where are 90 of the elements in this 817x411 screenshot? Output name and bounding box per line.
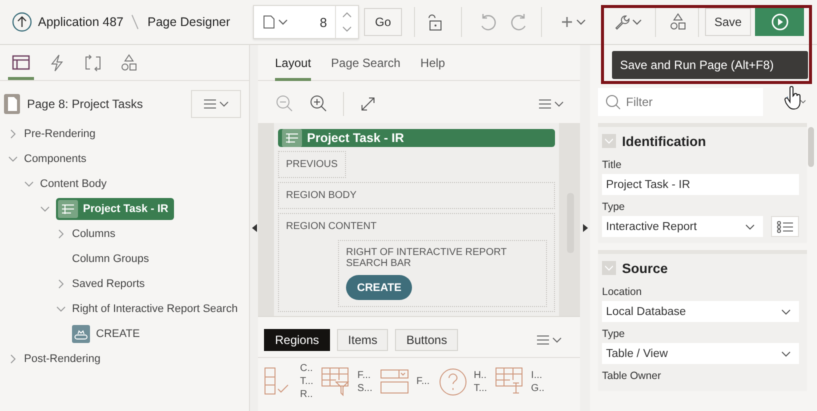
collapse-icon[interactable] [24, 178, 34, 188]
select-field[interactable]: Local Database [602, 301, 799, 322]
caret-icon [745, 224, 755, 230]
report-icon [282, 129, 302, 147]
tab[interactable]: Regions [264, 329, 330, 351]
text-field[interactable]: Project Task - IR [602, 174, 799, 195]
slot-label: RIGHT OF INTERACTIVE REPORT SEARCH BAR [346, 247, 508, 269]
gallery-label: F... [357, 368, 372, 382]
gallery-label: T... [474, 382, 488, 394]
collapse-icon[interactable] [40, 204, 50, 214]
cycle-icon [83, 52, 103, 72]
caret-icon [605, 265, 613, 271]
menu-icon [203, 98, 229, 110]
page-number: 8 [318, 14, 328, 30]
gallery-label: S... [357, 382, 372, 394]
zoom-in-icon[interactable] [309, 94, 329, 114]
play-icon [770, 13, 789, 31]
select-field[interactable]: Table / View [602, 343, 799, 364]
run-button[interactable] [755, 8, 804, 36]
field-label: Type [602, 201, 626, 213]
button-icon [72, 324, 90, 342]
help-icon[interactable] [438, 366, 468, 396]
collapse-icon[interactable] [602, 134, 616, 148]
gallery-label: I... [531, 368, 544, 382]
search-icon [605, 94, 621, 110]
tab[interactable]: Layout [275, 56, 312, 81]
tree-item[interactable]: Components [24, 152, 86, 164]
gallery-label: F... [416, 375, 430, 388]
select-field[interactable]: Interactive Report [602, 216, 763, 237]
gallery-label: T... [300, 375, 314, 388]
slot-label: REGION BODY [278, 182, 556, 209]
scrollbar[interactable] [808, 127, 814, 167]
form-icon[interactable] [380, 366, 410, 396]
tree-item[interactable]: Pre-Rendering [24, 128, 96, 140]
field-label: Location [602, 286, 643, 298]
slot-label: PREVIOUS [278, 151, 346, 178]
section-title: Identification [622, 134, 706, 148]
zoom-out-icon[interactable] [275, 94, 295, 114]
collapse-icon[interactable] [56, 304, 66, 314]
gallery-label: C.. [300, 362, 314, 375]
shapes-icon[interactable] [668, 12, 688, 32]
gallery-label: G.. [531, 382, 544, 394]
page-selector[interactable]: 8 [253, 5, 359, 39]
gallery-label: R.. [300, 388, 314, 401]
page-title: Page Designer [147, 15, 230, 29]
region-header[interactable]: Project Task - IR [278, 129, 556, 147]
tab[interactable]: Buttons [395, 329, 458, 351]
hand-cursor-icon [784, 86, 802, 110]
shapes-icon [119, 52, 139, 72]
go-button[interactable]: Go [364, 8, 402, 36]
caret-icon [605, 138, 613, 144]
tab[interactable]: Help [420, 56, 446, 81]
tree-item[interactable]: Right of Interactive Report Search [72, 302, 238, 314]
tree-item[interactable]: Saved Reports [72, 278, 145, 290]
slot-label: REGION CONTENT [286, 221, 378, 232]
tree-item[interactable]: Content Body [40, 178, 107, 190]
collapse-icon[interactable] [8, 154, 18, 164]
field-label: Table Owner [602, 370, 662, 382]
section-title: Source [622, 260, 668, 276]
tree-item[interactable]: Project Task - IR [56, 198, 174, 220]
create-button[interactable]: CREATE [346, 275, 412, 300]
collapse-right-icon[interactable] [582, 224, 588, 232]
tree-item[interactable]: Columns [72, 228, 116, 240]
list-icon [777, 220, 793, 232]
rendering-icon [11, 52, 31, 72]
separator-icon [131, 14, 140, 30]
tree-item[interactable]: Column Groups [72, 252, 150, 264]
gallery-label: H.. [474, 368, 488, 382]
caret-icon [781, 350, 791, 356]
page-icon [4, 94, 20, 114]
caret-icon [781, 308, 791, 314]
filter-field[interactable]: Filter [598, 88, 763, 116]
tab[interactable]: Page Search [331, 56, 400, 81]
save-button[interactable]: Save [705, 8, 752, 36]
menu-button[interactable] [191, 90, 241, 118]
table-filter-icon[interactable] [321, 366, 352, 396]
report-icon [58, 200, 78, 218]
collapse-icon[interactable] [602, 261, 616, 275]
tab[interactable]: Items [337, 329, 388, 351]
tree-item[interactable]: CREATE [96, 328, 140, 340]
field-label: Type [602, 328, 626, 340]
tree-item[interactable]: Post-Rendering [24, 352, 100, 364]
page-caret-icon[interactable] [262, 15, 288, 29]
tree-title: Page 8: Project Tasks [27, 97, 144, 111]
field-label: Title [602, 159, 622, 171]
list-button[interactable] [771, 216, 799, 237]
tooltip: Save and Run Page (Alt+F8) [612, 51, 808, 79]
breadcrumb-link[interactable]: Application 487 [38, 15, 124, 29]
grid-icon[interactable] [495, 366, 526, 396]
menu-icon[interactable] [536, 333, 564, 347]
